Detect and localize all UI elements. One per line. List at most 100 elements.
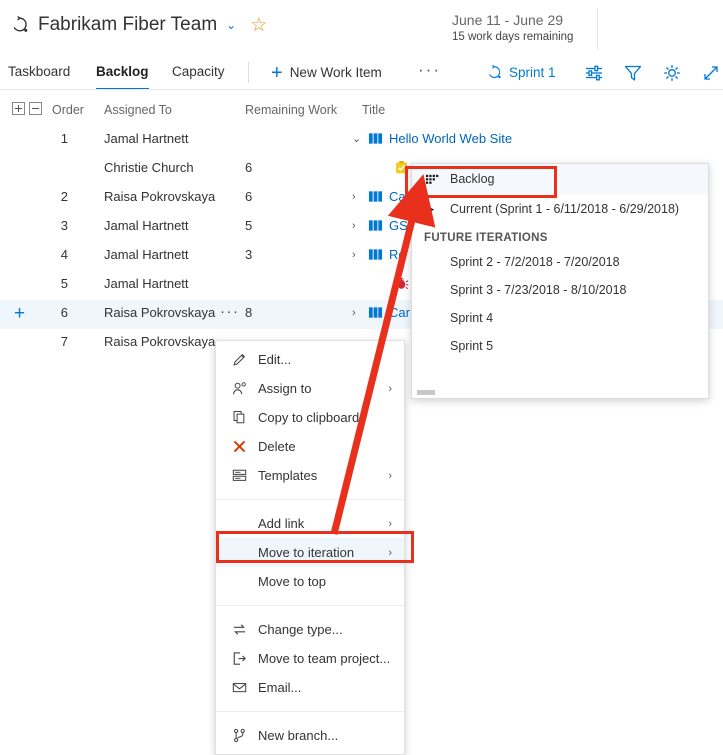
current-iteration-label: Current (Sprint 1 - 6/11/2018 - 6/29/201…	[450, 202, 680, 216]
menu-item-label: Add link	[258, 516, 305, 531]
delete-x-icon	[230, 438, 248, 456]
gear-icon[interactable]	[661, 62, 683, 84]
task-icon	[394, 160, 409, 175]
table-row[interactable]: 1 Jamal Hartnett ⌄ Hello World Web Site	[0, 126, 723, 155]
menu-item-email[interactable]: Email...	[216, 673, 404, 702]
tab-capacity[interactable]: Capacity	[172, 55, 225, 90]
future-iteration-item[interactable]: Sprint 4	[412, 304, 708, 332]
filter-icon[interactable]	[622, 62, 644, 84]
column-header-assigned-to[interactable]: Assigned To	[104, 100, 172, 120]
sprint-date-info: June 11 - June 29 15 work days remaining	[452, 12, 573, 43]
favorite-star-icon[interactable]: ☆	[250, 16, 267, 35]
cell-assigned-to: Raisa Pokrovskaya	[104, 334, 216, 349]
grid-header-row: Order Assigned To Remaining Work Title	[0, 100, 723, 126]
future-iteration-item[interactable]: Sprint 2 - 7/2/2018 - 7/20/2018	[412, 248, 708, 276]
command-separator	[248, 62, 249, 83]
iteration-submenu-panel: Backlog ▸ Current (Sprint 1 - 6/11/2018 …	[411, 163, 709, 399]
menu-item-edit[interactable]: Edit...	[216, 345, 404, 374]
new-work-item-button[interactable]: + New Work Item	[271, 55, 382, 90]
templates-icon	[230, 467, 248, 485]
menu-item-move-to-top[interactable]: Move to top	[216, 567, 404, 596]
expand-collapse-controls	[12, 102, 42, 115]
cell-title[interactable]: › Re	[352, 247, 406, 262]
cell-order: 6	[60, 305, 68, 320]
tab-backlog[interactable]: Backlog	[96, 55, 149, 90]
cell-remaining-work: 3	[245, 247, 253, 262]
command-bar: Taskboard Backlog Capacity + New Work It…	[0, 55, 723, 90]
submenu-chevron-icon: ›	[388, 546, 392, 559]
menu-separator	[216, 605, 404, 606]
future-iterations-list: Sprint 2 - 7/2/2018 - 7/20/2018 Sprint 3 …	[412, 248, 708, 360]
future-iteration-item[interactable]: Sprint 3 - 7/23/2018 - 8/10/2018	[412, 276, 708, 304]
submenu-scrollbar-thumb[interactable]	[417, 390, 435, 395]
future-iteration-item[interactable]: Sprint 5	[412, 332, 708, 360]
menu-item-label: Move to team project...	[258, 651, 391, 666]
cell-order: 2	[60, 189, 68, 204]
add-child-icon[interactable]: +	[14, 304, 25, 324]
story-icon	[368, 131, 383, 146]
backlog-submenu-item[interactable]: Backlog	[412, 164, 708, 194]
future-iterations-header: FUTURE ITERATIONS	[424, 232, 548, 244]
context-menu-group-1: Edit... Assign to › Copy to clipboard Delete…	[216, 341, 404, 494]
branch-icon	[230, 727, 248, 745]
email-icon	[230, 679, 248, 697]
backlog-grid-icon	[424, 171, 440, 187]
menu-item-assign-to[interactable]: Assign to ›	[216, 374, 404, 403]
expand-triangle-icon[interactable]: ▸	[424, 204, 440, 215]
tree-chevron-icon[interactable]: ›	[352, 307, 364, 319]
cell-remaining-work: 5	[245, 218, 253, 233]
menu-item-change-type[interactable]: Change type...	[216, 615, 404, 644]
menu-item-label: Edit...	[258, 352, 292, 367]
sprint-icon	[13, 16, 28, 32]
tree-chevron-icon[interactable]: ›	[352, 220, 364, 232]
row-context-menu-button[interactable]: ···	[220, 303, 240, 320]
tree-chevron-icon[interactable]: ›	[352, 249, 364, 261]
story-icon	[368, 189, 383, 204]
copy-icon	[230, 409, 248, 427]
cell-order: 7	[60, 334, 68, 349]
cell-title[interactable]: › Car	[352, 305, 410, 320]
story-icon	[368, 305, 383, 320]
column-options-icon[interactable]	[583, 62, 605, 84]
tree-chevron-icon[interactable]: ›	[352, 191, 364, 203]
cell-assigned-to: Jamal Hartnett	[104, 276, 189, 291]
cell-remaining-work: 6	[245, 189, 253, 204]
more-commands-button[interactable]: ···	[418, 55, 441, 90]
menu-item-delete[interactable]: Delete	[216, 432, 404, 461]
fullscreen-icon[interactable]	[700, 62, 722, 84]
sprint-selector-label: Sprint 1	[509, 65, 556, 80]
menu-item-new-branch[interactable]: New branch...	[216, 721, 404, 750]
title-text: Hello World Web Site	[389, 131, 513, 146]
menu-item-move-to-team-project[interactable]: Move to team project...	[216, 644, 404, 673]
menu-item-label: Move to iteration	[258, 545, 355, 560]
menu-item-templates[interactable]: Templates ›	[216, 461, 404, 490]
team-selector[interactable]: Fabrikam Fiber Team ⌄ ☆	[10, 14, 267, 36]
submenu-chevron-icon: ›	[388, 469, 392, 482]
cell-remaining-work: 6	[245, 160, 253, 175]
column-header-order[interactable]: Order	[52, 100, 84, 120]
work-item-context-menu: Edit... Assign to › Copy to clipboard Delete…	[215, 340, 405, 755]
menu-item-label: Delete	[258, 439, 296, 454]
cell-title[interactable]: ⌄ Hello World Web Site	[352, 131, 512, 146]
move-project-icon	[230, 650, 248, 668]
cell-assigned-to: Raisa Pokrovskaya	[104, 305, 216, 320]
cell-order: 3	[60, 218, 68, 233]
cell-remaining-work: 8	[245, 305, 253, 320]
current-iteration-submenu-item[interactable]: ▸ Current (Sprint 1 - 6/11/2018 - 6/29/2…	[412, 194, 708, 224]
expand-all-button[interactable]	[12, 102, 25, 115]
menu-item-move-to-iteration[interactable]: Move to iteration ›	[216, 538, 404, 567]
column-header-remaining-work[interactable]: Remaining Work	[245, 100, 337, 120]
tab-taskboard[interactable]: Taskboard	[8, 55, 70, 90]
chevron-down-icon[interactable]: ⌄	[226, 19, 236, 31]
collapse-all-button[interactable]	[29, 102, 42, 115]
tree-chevron-icon[interactable]: ⌄	[352, 132, 364, 145]
cell-assigned-to: Jamal Hartnett	[104, 131, 189, 146]
menu-item-add-link[interactable]: Add link ›	[216, 509, 404, 538]
menu-item-copy-to-clipboard[interactable]: Copy to clipboard	[216, 403, 404, 432]
cell-title[interactable]: › GSP	[352, 218, 416, 233]
sprint-selector-button[interactable]: Sprint 1	[486, 55, 556, 90]
cell-title[interactable]: › Car	[352, 189, 410, 204]
cell-assigned-to: Christie Church	[104, 160, 194, 175]
backlog-submenu-label: Backlog	[450, 172, 495, 186]
column-header-title[interactable]: Title	[362, 100, 385, 120]
